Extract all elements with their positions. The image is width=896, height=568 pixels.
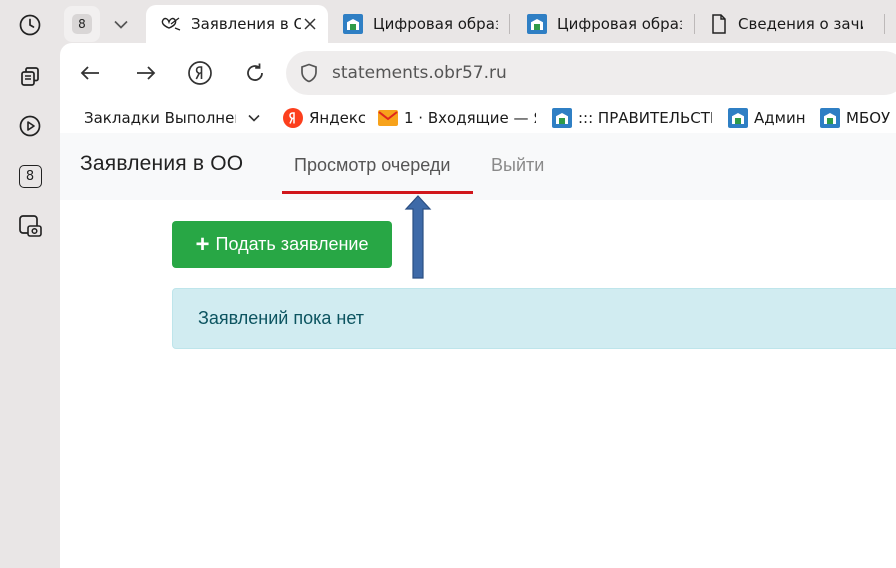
tab-label: Заявления в ОО [191, 15, 301, 33]
address-bar[interactable]: statements.obr57.ru [286, 51, 896, 95]
plus-icon: + [195, 230, 210, 258]
alert-text: Заявлений пока нет [198, 308, 364, 328]
collections-icon[interactable] [15, 61, 45, 91]
browser-window: statements.obr57.ru Закладки Выполненные… [60, 43, 896, 568]
tab-list-button[interactable] [104, 6, 138, 42]
gov-favicon-icon [343, 14, 363, 34]
web-page: Заявления в ОО Просмотр очереди Выйти + … [60, 133, 896, 568]
tab-digital-education-2[interactable]: Цифровая образовательная [527, 5, 683, 43]
close-icon[interactable] [304, 18, 316, 30]
gov-favicon-icon [728, 108, 748, 128]
tab-separator [694, 14, 695, 34]
tab-counter-button[interactable]: 8 [64, 6, 100, 42]
bookmark-admin[interactable]: Админ [728, 107, 808, 129]
side-panel: 8 [0, 0, 60, 568]
gov-favicon-icon [527, 14, 547, 34]
bookmark-label: 1 · Входящие — Яндекс [404, 109, 536, 127]
forward-button[interactable] [132, 59, 160, 87]
nav-link-logout[interactable]: Выйти [491, 155, 544, 176]
site-navbar: Заявления в ОО Просмотр очереди Выйти [60, 133, 896, 200]
mail-icon [378, 110, 398, 126]
bookmark-folder-completed[interactable]: Закладки Выполненные [84, 107, 272, 129]
bookmark-label: Закладки Выполненные [84, 109, 236, 127]
tab-separator [884, 14, 885, 34]
gov-favicon-icon [552, 108, 572, 128]
history-icon[interactable] [15, 10, 45, 40]
yandex-logo-icon [283, 108, 303, 128]
gov-favicon-icon [820, 108, 840, 128]
bookmark-mbou[interactable]: МБОУ [820, 107, 896, 129]
favicon-icon [161, 17, 181, 31]
tab-label: Цифровая образовательная [557, 15, 682, 33]
arrow-up-annotation-icon [404, 195, 432, 279]
tab-digital-education-1[interactable]: Цифровая образовательная [343, 5, 499, 43]
tab-counter-label: 8 [72, 14, 92, 34]
tab-enrollment-info[interactable]: Сведения о зачислении [711, 5, 871, 43]
reload-icon [247, 63, 263, 81]
tab-statements[interactable]: Заявления в ОО [146, 5, 328, 43]
back-button[interactable] [76, 59, 104, 87]
shield-icon[interactable] [300, 63, 318, 83]
play-icon[interactable] [15, 111, 45, 141]
info-alert: Заявлений пока нет [172, 288, 896, 349]
tab-count-icon[interactable]: 8 [15, 161, 45, 191]
bookmarks-bar: Закладки Выполненные Яндекс 1 · Входящие… [60, 103, 896, 133]
screenshot-icon[interactable] [15, 211, 45, 241]
bookmark-label: Яндекс [309, 109, 365, 127]
chevron-down-icon [248, 114, 260, 122]
reload-button[interactable] [241, 59, 269, 87]
add-application-label: Подать заявление [215, 234, 369, 254]
bookmark-inbox[interactable]: 1 · Входящие — Яндекс [378, 107, 538, 129]
nav-link-queue[interactable]: Просмотр очереди [294, 155, 450, 176]
bookmark-label: ::: ПРАВИТЕЛЬСТВО [578, 109, 712, 127]
arrow-left-icon [80, 66, 99, 80]
address-url: statements.obr57.ru [332, 63, 507, 83]
tab-label: Цифровая образовательная [373, 15, 498, 33]
bookmark-government[interactable]: ::: ПРАВИТЕЛЬСТВО [552, 107, 713, 129]
tab-count-label: 8 [18, 164, 42, 188]
document-icon [712, 14, 726, 34]
red-underline-annotation [282, 191, 473, 194]
arrow-right-icon [137, 66, 156, 80]
bookmark-yandex[interactable]: Яндекс [283, 107, 365, 129]
chevron-down-icon [114, 20, 128, 29]
yandex-icon [188, 61, 212, 85]
yandex-button[interactable] [186, 59, 214, 87]
bookmark-label: МБОУ [846, 109, 891, 127]
bookmark-label: Админ [754, 109, 806, 127]
tab-label: Сведения о зачислении [738, 15, 863, 33]
tab-strip: 8 Заявления в ОО Цифровая образовательна… [60, 0, 896, 46]
tab-separator [509, 14, 510, 34]
site-brand[interactable]: Заявления в ОО [80, 152, 243, 176]
navigation-bar: statements.obr57.ru [60, 43, 896, 103]
add-application-button[interactable]: + Подать заявление [172, 221, 392, 268]
